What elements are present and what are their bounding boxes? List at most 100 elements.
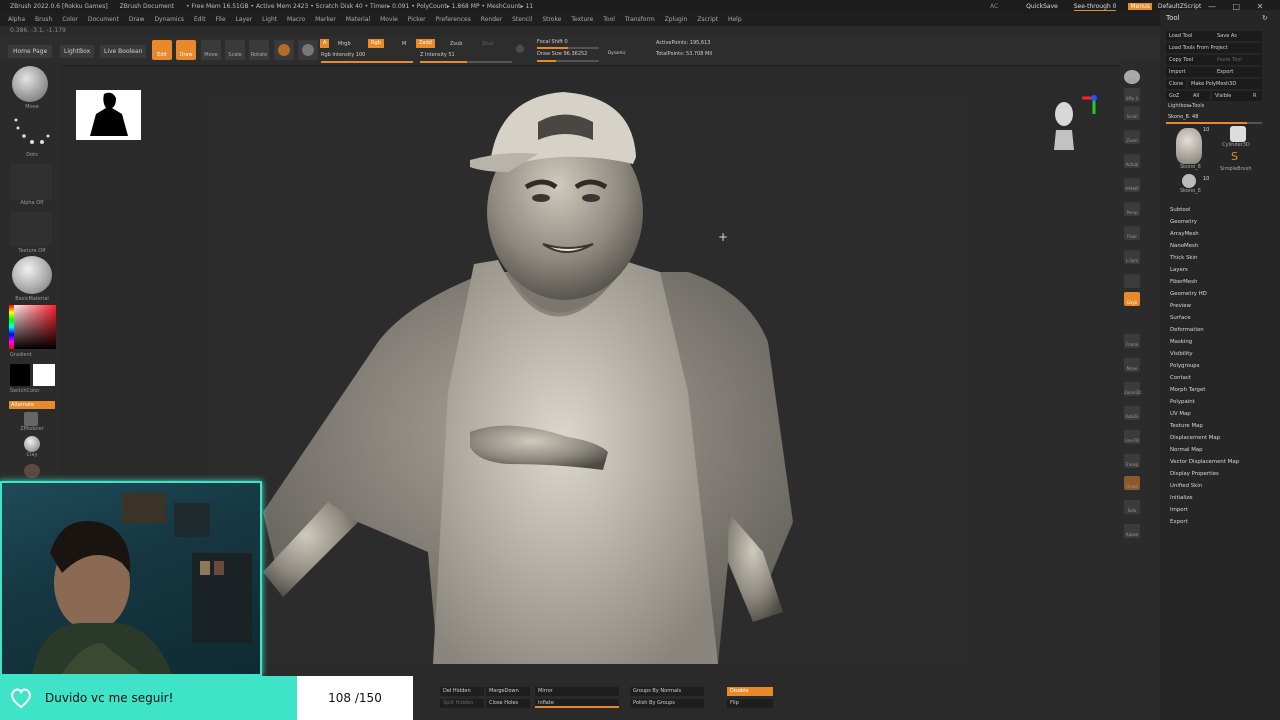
menu-dynamics[interactable]: Dynamics [154,16,184,23]
spix-button[interactable]: SPix 3 [1124,88,1140,102]
extra-brush-icon[interactable] [24,464,40,478]
secondary-color-swatch[interactable] [10,364,30,386]
rotate-mode-button[interactable]: Rotate [249,40,269,60]
menu-tool[interactable]: Tool [603,16,615,23]
menu-draw[interactable]: Draw [129,16,145,23]
merge-down-button[interactable]: MergeDown [486,687,530,696]
subpalette-export[interactable]: Export [1170,516,1239,528]
subpalette-unified-skin[interactable]: Unified Skin [1170,480,1239,492]
menu-transform[interactable]: Transform [625,16,655,23]
move-mode-button[interactable]: Move [201,40,221,60]
load-tool-button[interactable]: Load Tool [1166,31,1214,41]
lightbox-button[interactable]: LightBox [60,45,95,58]
quicksave-button[interactable]: QuickSave [1026,3,1058,10]
menu-picker[interactable]: Picker [408,16,426,23]
actual-button[interactable]: Actual [1124,154,1140,168]
zmodeler-icon[interactable] [24,412,38,426]
subpalette-layers[interactable]: Layers [1170,264,1239,276]
goz-button[interactable]: GoZ [1166,91,1190,101]
export-button[interactable]: Export [1214,67,1262,77]
hue-strip[interactable] [9,305,14,349]
gxyz-button[interactable]: Gxyz [1124,292,1140,306]
menu-movie[interactable]: Movie [380,16,398,23]
m-toggle[interactable]: M [402,41,406,47]
r-button[interactable]: R [1250,91,1262,101]
subpalette-normal-map[interactable]: Normal Map [1170,444,1239,456]
disable-button[interactable]: Disable [727,687,773,696]
texture-thumbnail[interactable] [10,212,52,246]
paste-tool-button[interactable]: Paste Tool [1214,55,1262,65]
subpalette-morph-target[interactable]: Morph Target [1170,384,1239,396]
transp-button[interactable]: Transp [1124,454,1140,468]
focal-shift-track[interactable] [537,47,599,49]
menu-light[interactable]: Light [262,16,277,23]
save-as-button[interactable]: Save As [1214,31,1262,41]
ghost-button[interactable]: Ghost [1124,476,1140,490]
subpalette-geometry[interactable]: Geometry [1170,216,1239,228]
menu-render[interactable]: Render [481,16,502,23]
scale-mode-button[interactable]: Scale [225,40,245,60]
silhouette-thumbnail[interactable] [76,90,141,140]
subpalette-nanomesh[interactable]: NanoMesh [1170,240,1239,252]
menu-alpha[interactable]: Alpha [8,16,25,23]
menu-marker[interactable]: Marker [315,16,336,23]
dynamic-toggle[interactable]: Dynamic [608,50,626,55]
menu-color[interactable]: Color [62,16,78,23]
subpalette-thick-skin[interactable]: Thick Skin [1170,252,1239,264]
menu-zplugin[interactable]: Zplugin [665,16,688,23]
menu-help[interactable]: Help [728,16,742,23]
xpose-button[interactable]: Xpose [1124,524,1140,538]
menus-button[interactable]: Menus [1128,3,1152,10]
linefill-button[interactable]: Line Fill [1124,430,1140,444]
clone-button[interactable]: Clone [1166,79,1186,89]
menu-texture[interactable]: Texture [571,16,593,23]
subpalette-display-properties[interactable]: Display Properties [1170,468,1239,480]
zoom3d-button[interactable]: Zoom3D [1124,382,1141,396]
document-canvas[interactable] [208,92,968,664]
menu-material[interactable]: Material [346,16,370,23]
del-hidden-button[interactable]: Del Hidden [440,687,484,696]
move-view-button[interactable]: Move [1124,358,1140,372]
simplebrush-icon[interactable]: S [1231,150,1238,163]
z-intensity-track[interactable] [420,61,512,63]
subpalette-polypaint[interactable]: Polypaint [1170,396,1239,408]
mrgb-toggle[interactable]: Mrgb [338,41,351,47]
menu-macro[interactable]: Macro [287,16,305,23]
menu-brush[interactable]: Brush [35,16,52,23]
frame-button[interactable]: Frame [1124,334,1140,348]
local-button[interactable] [1124,274,1140,288]
stroke-dots-icon[interactable] [12,116,50,152]
visible-button[interactable]: Visible [1212,91,1250,101]
tool-thumb-skono-2[interactable] [1182,174,1196,188]
color-sphere-icon[interactable] [298,40,318,60]
panel-close-icon[interactable]: ↻ [1262,14,1268,22]
subpalette-uv-map[interactable]: UV Map [1170,408,1239,420]
all-button[interactable]: All [1190,91,1210,101]
close-holes-button[interactable]: Close Holes [486,699,530,708]
alternate-button[interactable]: Alternate [9,401,55,409]
menu-edit[interactable]: Edit [194,16,206,23]
groups-by-normals-button[interactable]: Groups By Normals [630,687,704,696]
subpalette-displacement-map[interactable]: Displacement Map [1170,432,1239,444]
rgb-intensity-slider[interactable]: Rgb Intensity 100 [321,52,365,58]
main-color-swatch[interactable] [33,364,55,386]
menu-document[interactable]: Document [88,16,119,23]
split-hidden-button[interactable]: Split Hidden [440,699,484,708]
menu-stroke[interactable]: Stroke [542,16,561,23]
polish-by-groups-slider[interactable]: Polish By Groups [630,699,704,708]
z-intensity-slider[interactable]: Z Intensity 51 [420,52,455,58]
solo-button[interactable]: Solo [1124,500,1140,514]
subpalette-deformation[interactable]: Deformation [1170,324,1239,336]
lightbox-tools-link[interactable]: Lightbox▸Tools [1168,103,1204,109]
color-picker[interactable] [9,305,56,349]
subpalette-surface[interactable]: Surface [1170,312,1239,324]
persp-button[interactable]: Persp [1124,202,1140,216]
zsub-toggle[interactable]: Zsub [450,41,462,47]
draw-size-slider[interactable]: Draw Size 96.36252 [537,51,587,57]
subpalette-visibility[interactable]: Visibility [1170,348,1239,360]
focal-shift-slider[interactable]: Focal Shift 0 [537,39,568,45]
tool-slider[interactable] [1166,122,1262,124]
switch-color-label[interactable]: SwitchColor [10,388,66,394]
subpalette-subtool[interactable]: Subtool [1170,204,1239,216]
subpalette-geometry-hd[interactable]: Geometry HD [1170,288,1239,300]
